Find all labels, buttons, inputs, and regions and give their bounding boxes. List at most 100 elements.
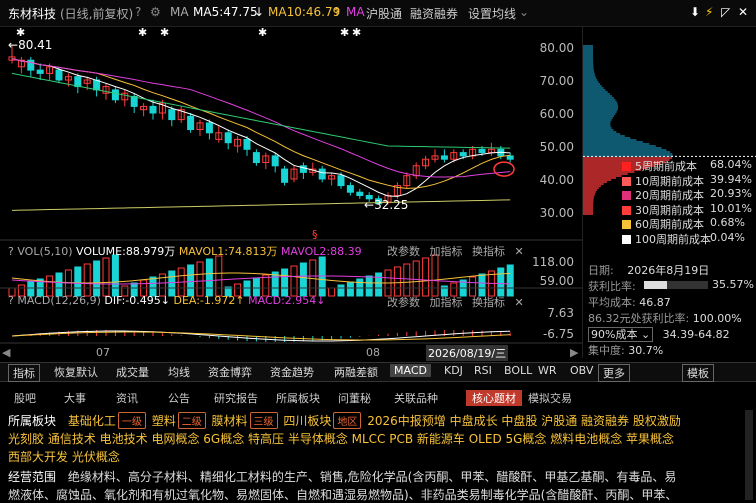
macd-value: MACD:2.954: [248, 294, 317, 307]
concept-links[interactable]: 2026中报预增 中盘成长 中盘股 沪股通 融资融券 股权激励: [367, 414, 681, 428]
help-icon[interactable]: ?: [135, 5, 141, 19]
scope-row: 经营范围 绝缘材料、高分子材料、精细化工材料的生产、销售,危险化学品(含丙酮、甲…: [8, 468, 676, 485]
chevron-down-icon[interactable]: ⌄: [519, 5, 529, 19]
info-tab[interactable]: 资讯: [116, 390, 138, 406]
toolbar-tab[interactable]: 均线: [164, 364, 194, 380]
legend-label: 100周期前成本: [635, 232, 711, 246]
legend-value: 0.68%: [710, 216, 745, 229]
toolbar-tab[interactable]: BOLL: [500, 364, 536, 377]
toolbar-tab[interactable]: 恢复默认: [50, 364, 102, 380]
change-param-button[interactable]: 改参数: [387, 296, 420, 309]
profit-note-label: 86.32元处获利比率:: [588, 312, 690, 325]
candle-body: [205, 122, 213, 134]
legend-value: 20.93%: [710, 187, 752, 200]
toolbar-tab[interactable]: 模板: [682, 364, 714, 382]
gear-icon[interactable]: ⚙: [150, 5, 161, 19]
volume-bar: [74, 266, 82, 297]
toolbar-tab[interactable]: MACD: [390, 364, 431, 377]
content-scrollbar[interactable]: [745, 410, 753, 500]
info-tab[interactable]: 股吧: [14, 390, 36, 406]
lightning-icon[interactable]: ⚡: [705, 5, 713, 19]
stock-name[interactable]: 东材科技: [8, 5, 56, 22]
hk-connect-label[interactable]: 沪股通: [366, 5, 402, 22]
scroll-left-icon[interactable]: ◀: [2, 346, 10, 359]
info-tab[interactable]: 研究报告: [214, 390, 258, 406]
expand-icon[interactable]: ◸: [721, 5, 730, 19]
legend-swatch: [622, 191, 631, 200]
scroll-right-icon[interactable]: ▶: [570, 346, 578, 359]
volume-bar: [205, 258, 213, 297]
y-tick: 40.00: [539, 173, 574, 187]
chart-mode[interactable]: (日线,前复权): [60, 5, 133, 22]
chip-date-label: 日期:: [588, 264, 614, 277]
high-price-value: 80.41: [18, 38, 53, 52]
toolbar-tab[interactable]: WR: [534, 364, 561, 377]
add-indicator-button[interactable]: 加指标: [430, 296, 463, 309]
toolbar-tab[interactable]: 更多: [598, 364, 630, 382]
toolbar-tab[interactable]: 指标: [8, 364, 40, 382]
candle-body: [187, 115, 195, 131]
candle-body: [168, 109, 176, 121]
ma-label: MA: [170, 5, 189, 19]
cost-select[interactable]: 90%成本 ⌄: [588, 327, 654, 342]
sector-link[interactable]: 膜材料: [212, 414, 248, 428]
volume-bar: [168, 270, 176, 297]
info-tab[interactable]: 核心题材: [466, 390, 522, 406]
dif-arrow: ↓: [160, 294, 170, 307]
candle-body: [356, 191, 364, 196]
sector-link[interactable]: 塑料: [152, 414, 176, 428]
toolbar-tab[interactable]: 资金趋势: [266, 364, 318, 380]
price-chart[interactable]: ✱ ✱ ✱ ✱ ✱ ✱§: [0, 26, 582, 362]
volume-bar: [412, 260, 420, 297]
sector-tag: 二级: [177, 412, 206, 429]
help-icon[interactable]: ?: [8, 294, 14, 307]
toolbar-tab[interactable]: RSI: [470, 364, 496, 377]
info-tab[interactable]: 大事: [64, 390, 86, 406]
info-tab[interactable]: 问董秘: [338, 390, 371, 406]
legend-label: 20周期前成本: [635, 189, 704, 202]
toolbar-tab[interactable]: OBV: [566, 364, 597, 377]
chip-date-value: 2026年8月19日: [627, 264, 710, 277]
toolbar-tab[interactable]: KDJ: [440, 364, 467, 377]
change-param-button[interactable]: 改参数: [387, 245, 420, 258]
legend-swatch: [622, 176, 631, 186]
volume-bar: [281, 268, 289, 297]
chart-header: 东材科技 (日线,前复权) ? ⚙ MA MA5:47.75 ↓ MA10:46…: [0, 0, 756, 27]
info-tab[interactable]: 所属板块: [276, 390, 320, 406]
help-icon[interactable]: ?: [8, 245, 14, 258]
legend-label: 10周期前成本: [635, 174, 704, 188]
download-icon[interactable]: ⬇: [690, 5, 700, 19]
margin-label[interactable]: 融资融券: [410, 5, 458, 22]
volume-bar: [187, 264, 195, 297]
avg-cost-label: 平均成本:: [588, 296, 636, 309]
sector-link[interactable]: 基础化工: [68, 414, 116, 428]
concept-links[interactable]: 光刻胶 通信技术 电池技术 电网概念 6G概念 特高压 半导体概念 MLCC P…: [8, 430, 674, 447]
add-indicator-button[interactable]: 加指标: [430, 245, 463, 258]
y-tick: 59.00: [539, 274, 574, 288]
x-tick: 07: [96, 346, 110, 359]
sector-link[interactable]: 四川板块: [283, 414, 331, 428]
dividend-marker: §: [312, 228, 318, 241]
concentration-value: 30.7%: [628, 344, 664, 357]
volume-bar: [422, 257, 430, 297]
concept-links[interactable]: 西部大开发 光伏概念: [8, 448, 120, 465]
toolbar-tab[interactable]: 资金博弈: [204, 364, 256, 380]
switch-indicator-button[interactable]: 换指标: [472, 245, 505, 258]
volume-bar: [346, 281, 354, 297]
low-price-label: ←32.25: [364, 198, 409, 212]
avg-cost-value: 46.87: [639, 296, 671, 309]
toolbar-tab[interactable]: 两融差额: [330, 364, 382, 380]
close-icon[interactable]: ✕: [738, 5, 748, 19]
toolbar-tab[interactable]: 成交量: [112, 364, 153, 380]
volume-bar: [403, 263, 411, 297]
switch-indicator-button[interactable]: 换指标: [472, 296, 505, 309]
ma5-value: MA5:47.75: [193, 5, 258, 19]
legend-swatch: [622, 234, 631, 244]
sector-label: 所属板块: [8, 414, 57, 428]
info-tab[interactable]: 关联品种: [394, 390, 438, 406]
info-tab[interactable]: 模拟交易: [528, 390, 572, 406]
info-tab[interactable]: 公告: [168, 390, 190, 406]
settings-ma-button[interactable]: 设置均线: [468, 5, 516, 22]
profit-ratio-label: 获利比率:: [588, 280, 636, 293]
volume-bar: [375, 272, 383, 297]
